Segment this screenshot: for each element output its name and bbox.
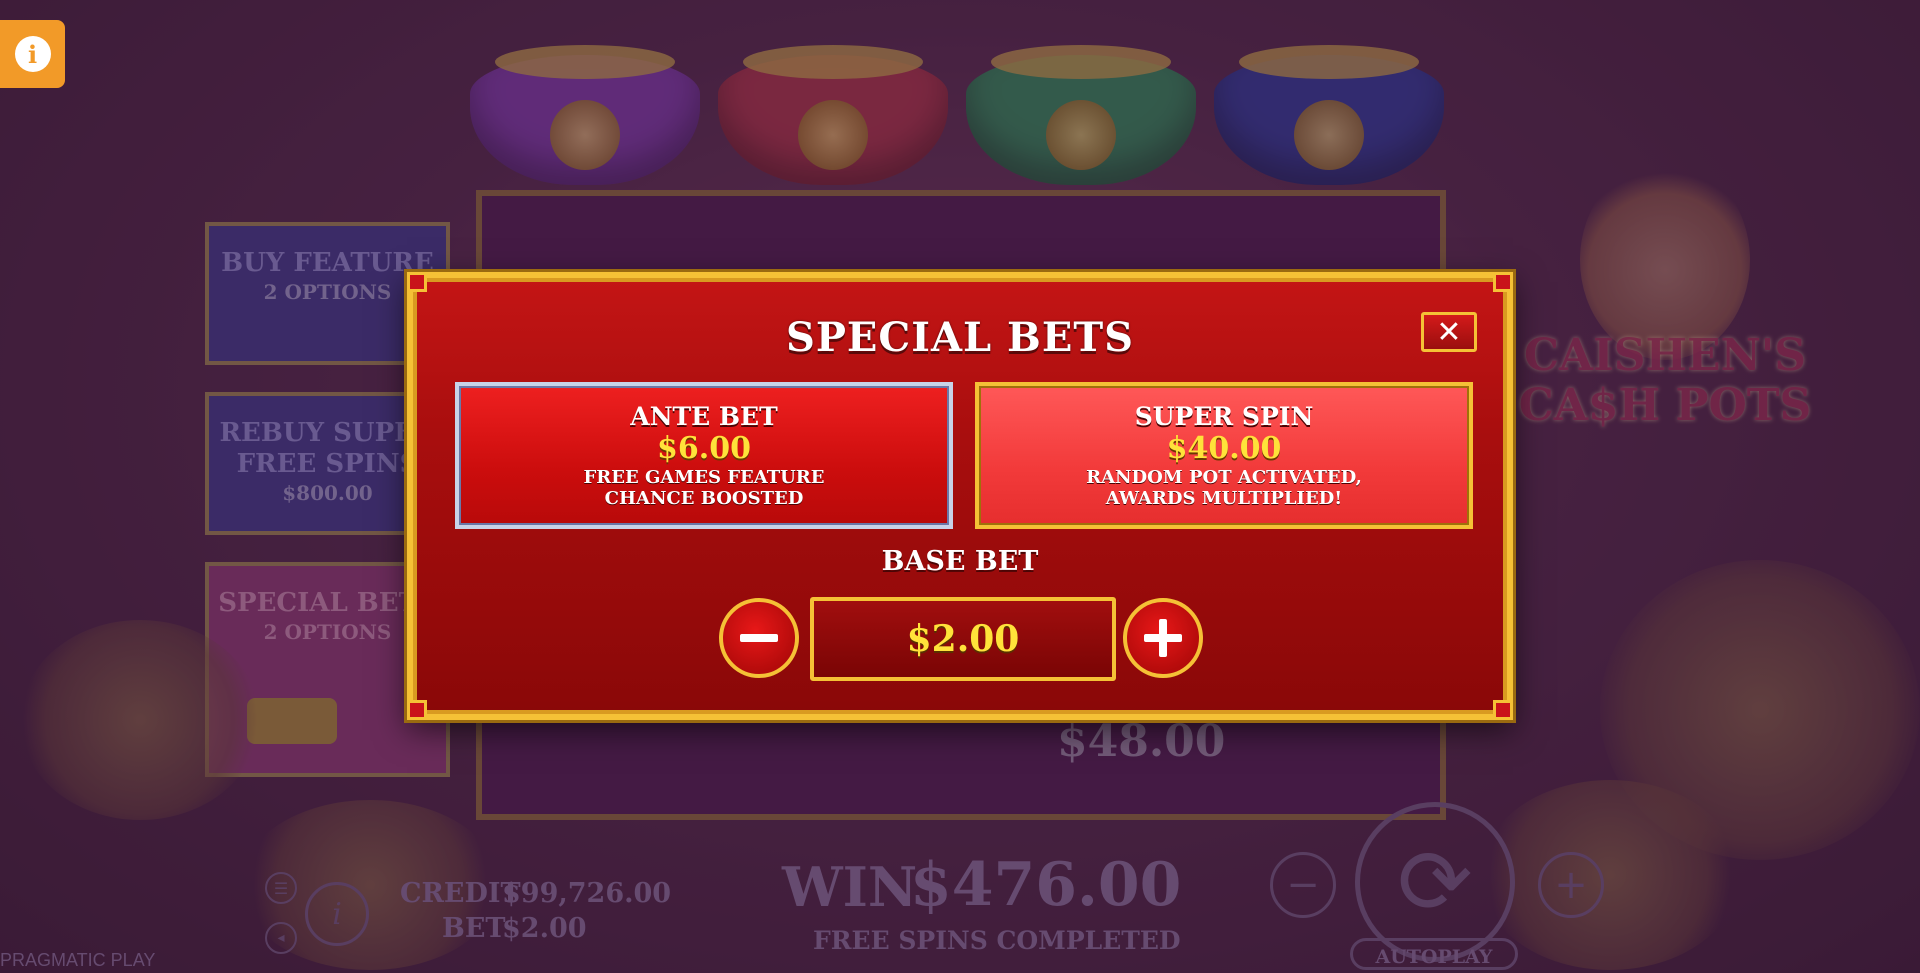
- ante-bet-price: $6.00: [657, 431, 751, 466]
- base-bet-value: $2.00: [810, 597, 1116, 681]
- super-spin-desc-line1: RANDOM POT ACTIVATED,: [1086, 467, 1362, 488]
- corner-ornament-tl: [407, 272, 427, 292]
- super-spin-name: SUPER SPIN: [1134, 402, 1314, 431]
- super-spin-price: $40.00: [1166, 431, 1282, 466]
- super-spin-option[interactable]: SUPER SPIN $40.00 RANDOM POT ACTIVATED, …: [975, 382, 1473, 529]
- base-bet-label: BASE BET: [881, 546, 1039, 577]
- base-bet-increase-button[interactable]: [1123, 598, 1203, 678]
- close-icon: ✕: [1436, 314, 1462, 350]
- corner-ornament-bl: [407, 700, 427, 720]
- minus-icon: [740, 634, 778, 642]
- dialog-title: SPECIAL BETS: [785, 314, 1135, 361]
- plus-icon: [1144, 619, 1182, 657]
- ante-bet-name: ANTE BET: [630, 402, 778, 431]
- ante-bet-desc-line2: CHANCE BOOSTED: [604, 488, 804, 509]
- corner-ornament-br: [1493, 700, 1513, 720]
- ante-bet-option[interactable]: ANTE BET $6.00 FREE GAMES FEATURE CHANCE…: [455, 382, 953, 529]
- info-button[interactable]: i: [0, 20, 65, 88]
- special-bets-dialog: SPECIAL BETS ✕ ANTE BET $6.00 FREE GAMES…: [407, 272, 1513, 720]
- info-icon: i: [14, 36, 51, 72]
- ante-bet-desc-line1: FREE GAMES FEATURE: [583, 467, 825, 488]
- corner-ornament-tr: [1493, 272, 1513, 292]
- close-button[interactable]: ✕: [1421, 312, 1477, 352]
- base-bet-decrease-button[interactable]: [719, 598, 799, 678]
- super-spin-desc-line2: AWARDS MULTIPLIED!: [1105, 488, 1343, 509]
